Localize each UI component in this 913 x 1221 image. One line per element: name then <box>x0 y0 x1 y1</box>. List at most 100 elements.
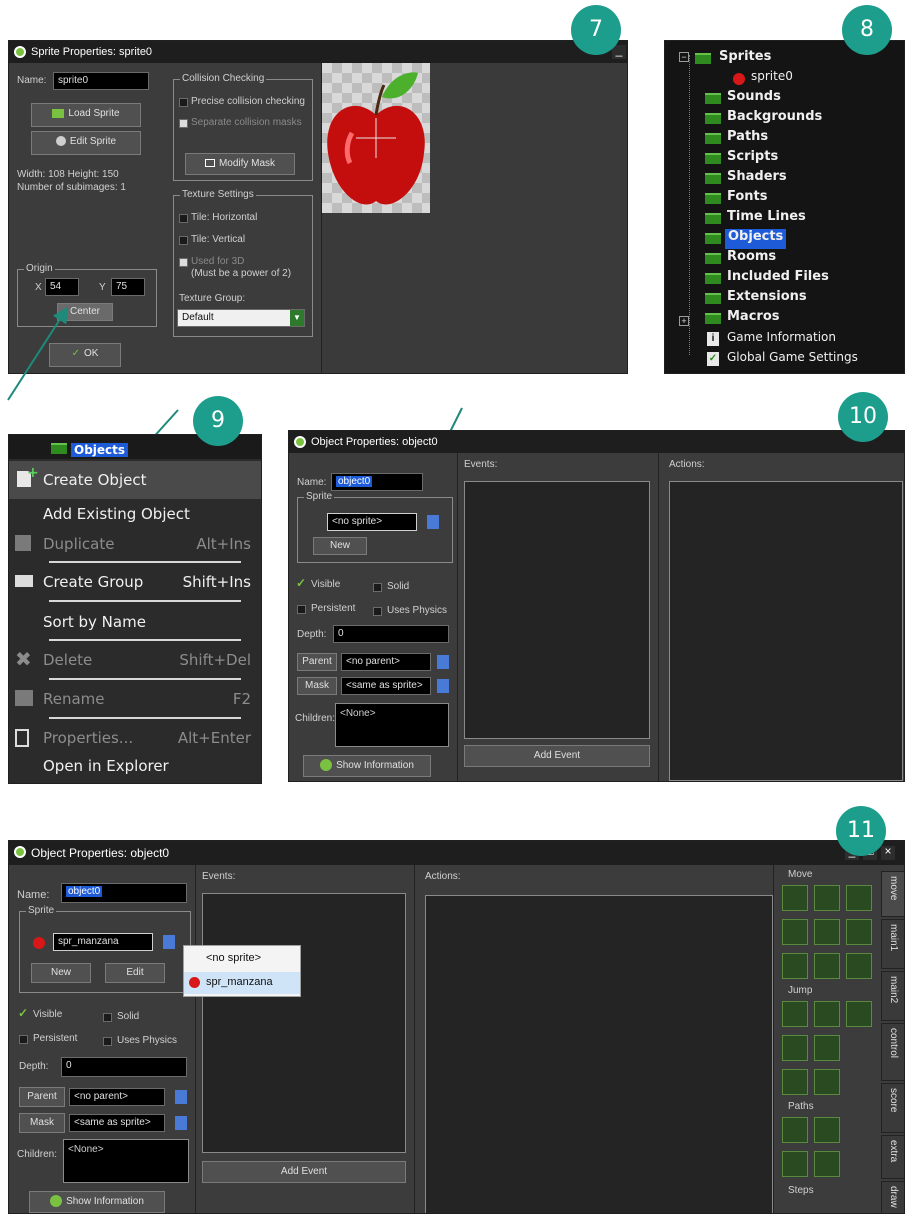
tree-item-sprites[interactable]: Sprites <box>719 49 771 69</box>
show-information-button[interactable]: Show Information <box>303 755 431 777</box>
tree-item-objects[interactable]: Objects <box>725 229 787 249</box>
mask-select[interactable]: <same as sprite> <box>69 1114 165 1132</box>
events-list[interactable] <box>464 481 650 739</box>
add-event-button[interactable]: Add Event <box>202 1161 406 1183</box>
reverse-horizontal-button[interactable] <box>782 953 808 979</box>
solid-checkbox[interactable] <box>373 583 382 592</box>
tree-item-included-files[interactable]: Included Files <box>727 269 829 289</box>
tree-item-sounds[interactable]: Sounds <box>727 89 781 109</box>
jump-to-position-button[interactable] <box>782 1001 808 1027</box>
add-event-button[interactable]: Add Event <box>464 745 650 767</box>
sprite-menu-icon[interactable] <box>163 935 175 949</box>
mask-button[interactable]: Mask <box>297 677 337 695</box>
tab-score[interactable]: score <box>881 1083 904 1133</box>
dropdown-option-spr-manzana[interactable]: spr_manzana <box>184 972 300 994</box>
mask-menu-icon[interactable] <box>175 1116 187 1130</box>
parent-menu-icon[interactable] <box>175 1090 187 1104</box>
tree-item-sprite0[interactable]: sprite0 <box>751 69 793 89</box>
tree-item-rooms[interactable]: Rooms <box>727 249 776 269</box>
sprite-select[interactable]: spr_manzana <box>53 933 153 951</box>
arrow-to-center <box>7 306 69 401</box>
tree-item-scripts[interactable]: Scripts <box>727 149 778 169</box>
persistent-checkbox[interactable] <box>297 605 306 614</box>
actions-list[interactable] <box>669 481 903 781</box>
mask-select[interactable]: <same as sprite> <box>341 677 431 695</box>
show-information-button[interactable]: Show Information <box>29 1191 165 1213</box>
tab-main2[interactable]: main2 <box>881 971 904 1021</box>
tree-item-shaders[interactable]: Shaders <box>727 169 787 189</box>
depth-input[interactable]: 0 <box>61 1057 187 1077</box>
tree-item-fonts[interactable]: Fonts <box>727 189 768 209</box>
tool-group-paths: Paths <box>788 1101 814 1112</box>
edit-sprite-button[interactable]: Edit <box>105 963 165 983</box>
tool-group-move: Move <box>788 869 813 880</box>
move-free-button[interactable] <box>814 885 840 911</box>
tree-item-extensions[interactable]: Extensions <box>727 289 807 309</box>
path-position-button[interactable] <box>782 1151 808 1177</box>
depth-input[interactable]: 0 <box>333 625 449 643</box>
mask-button[interactable]: Mask <box>19 1113 65 1133</box>
speed-vertical-button[interactable] <box>814 919 840 945</box>
reverse-vertical-button[interactable] <box>814 953 840 979</box>
tree-item-backgrounds[interactable]: Backgrounds <box>727 109 822 129</box>
wrap-screen-button[interactable] <box>814 1035 840 1061</box>
uses-physics-checkbox[interactable] <box>373 607 382 616</box>
visible-checkbox[interactable] <box>296 576 306 590</box>
expand-icon[interactable]: + <box>679 316 689 326</box>
tab-extra[interactable]: extra <box>881 1135 904 1179</box>
align-to-grid-button[interactable] <box>782 1035 808 1061</box>
menu-delete[interactable]: ✖ Delete Shift+Del <box>9 643 261 681</box>
speed-horizontal-button[interactable] <box>782 919 808 945</box>
tree-item-global-game-settings[interactable]: Global Game Settings <box>727 350 858 370</box>
tree-item-game-information[interactable]: Game Information <box>727 330 836 350</box>
uses-physics-checkbox[interactable] <box>103 1037 112 1046</box>
tab-main1[interactable]: main1 <box>881 919 904 969</box>
menu-sort-by-name[interactable]: Sort by Name <box>9 605 261 643</box>
parent-menu-icon[interactable] <box>437 655 449 669</box>
jump-to-start-button[interactable] <box>814 1001 840 1027</box>
tree-item-timelines[interactable]: Time Lines <box>727 209 806 229</box>
tab-draw[interactable]: draw <box>881 1181 904 1213</box>
set-path-button[interactable] <box>782 1117 808 1143</box>
parent-button[interactable]: Parent <box>297 653 337 671</box>
path-speed-button[interactable] <box>814 1151 840 1177</box>
new-sprite-button[interactable]: New <box>313 537 367 555</box>
set-gravity-button[interactable] <box>846 919 872 945</box>
visible-checkbox[interactable] <box>18 1006 28 1020</box>
new-sprite-button[interactable]: New <box>31 963 91 983</box>
actions-list[interactable] <box>425 895 773 1213</box>
sprite-select[interactable]: <no sprite> <box>327 513 417 531</box>
solid-checkbox[interactable] <box>103 1013 112 1022</box>
bounce-button[interactable] <box>814 1069 840 1095</box>
menu-create-object[interactable]: + Create Object <box>9 461 261 499</box>
move-fixed-button[interactable] <box>782 885 808 911</box>
events-list[interactable] <box>202 893 406 1153</box>
collapse-icon[interactable]: − <box>679 52 689 62</box>
events-column: Events: Add Event <box>195 865 415 1213</box>
menu-open-in-explorer[interactable]: Open in Explorer <box>9 749 261 783</box>
jump-to-random-button[interactable] <box>846 1001 872 1027</box>
object-name-input[interactable]: object0 <box>61 883 187 903</box>
persistent-checkbox[interactable] <box>19 1035 28 1044</box>
move-to-contact-button[interactable] <box>782 1069 808 1095</box>
parent-select[interactable]: <no parent> <box>69 1088 165 1106</box>
end-path-button[interactable] <box>814 1117 840 1143</box>
set-friction-button[interactable] <box>846 953 872 979</box>
mask-menu-icon[interactable] <box>437 679 449 693</box>
move-towards-button[interactable] <box>846 885 872 911</box>
menu-duplicate[interactable]: Duplicate Alt+Ins <box>9 527 261 565</box>
tab-control[interactable]: control <box>881 1023 904 1081</box>
parent-select[interactable]: <no parent> <box>341 653 431 671</box>
close-icon[interactable]: × <box>881 845 895 860</box>
dropdown-option-no-sprite[interactable]: <no sprite> <box>184 948 300 970</box>
tree-item-paths[interactable]: Paths <box>727 129 768 149</box>
object-name-input[interactable]: object0 <box>331 473 423 491</box>
tab-move[interactable]: move <box>881 871 904 917</box>
sprite-menu-icon[interactable] <box>427 515 439 529</box>
menu-rename[interactable]: Rename F2 <box>9 682 261 720</box>
tree-item-macros[interactable]: Macros <box>727 309 780 329</box>
children-list[interactable]: <None> <box>63 1139 189 1183</box>
parent-button[interactable]: Parent <box>19 1087 65 1107</box>
children-list[interactable]: <None> <box>335 703 449 747</box>
menu-create-group[interactable]: Create Group Shift+Ins <box>9 565 261 603</box>
